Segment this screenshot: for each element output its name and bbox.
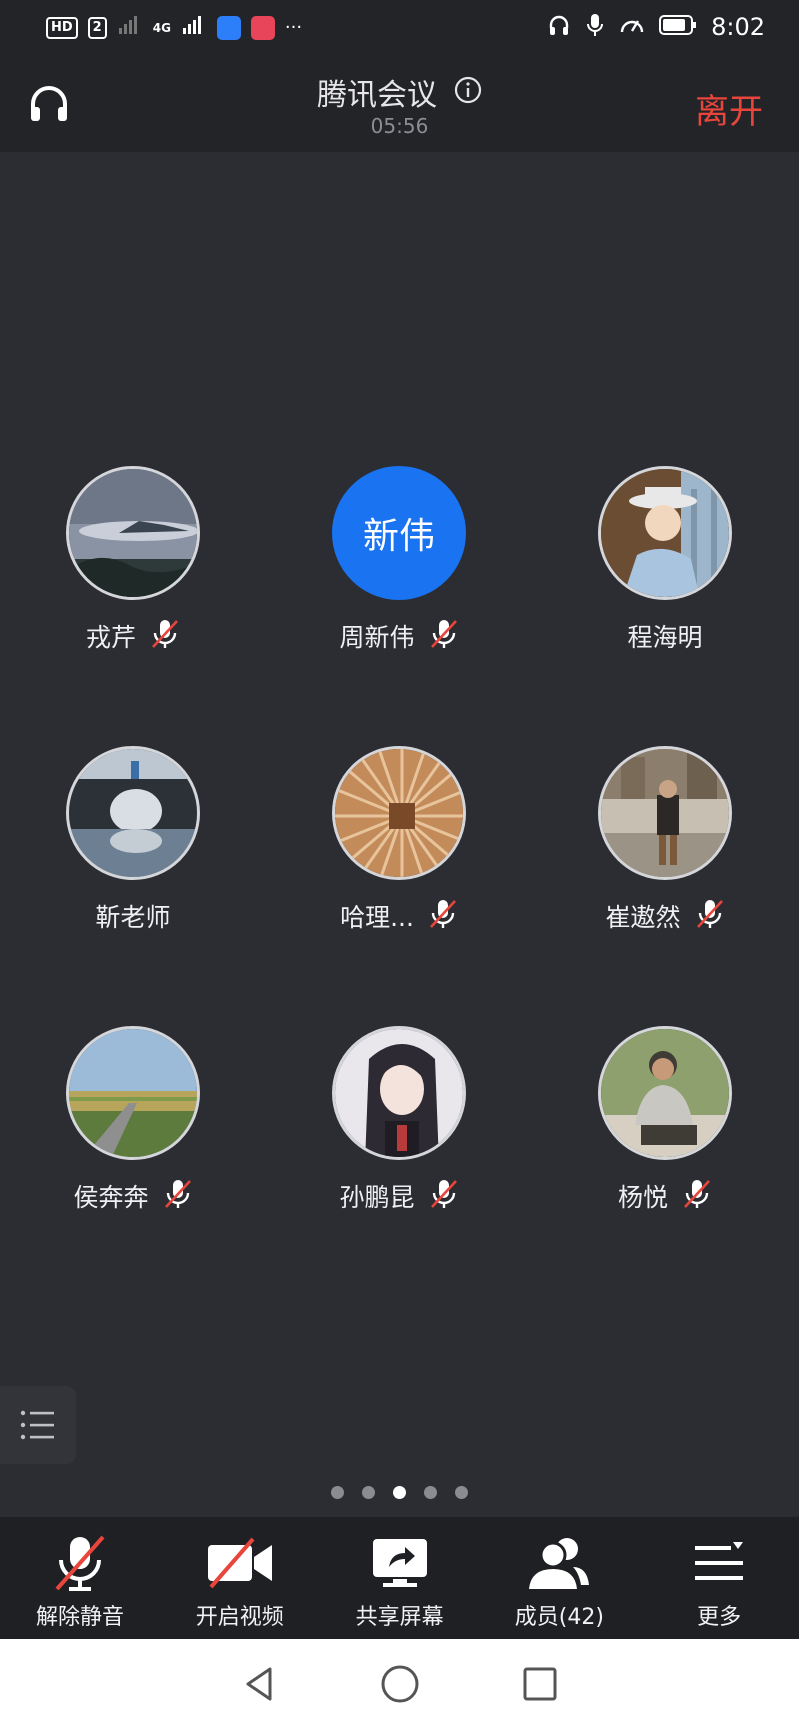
home-circle-icon bbox=[381, 1665, 418, 1703]
page-dot[interactable] bbox=[331, 1486, 344, 1499]
participant-name: 崔遨然 bbox=[605, 903, 681, 932]
clock: 8:02 bbox=[711, 13, 765, 41]
headphone-status-icon bbox=[547, 13, 571, 41]
share-screen-button[interactable]: 共享屏幕 bbox=[320, 1517, 480, 1639]
video-off-icon bbox=[207, 1537, 272, 1589]
more-button[interactable]: 更多 bbox=[639, 1517, 799, 1639]
participant-tile[interactable]: 程海明 bbox=[532, 466, 798, 666]
chat-list-toggle[interactable] bbox=[0, 1386, 76, 1464]
meeting-timer: 05:56 bbox=[370, 114, 429, 138]
share-screen-icon bbox=[372, 1539, 427, 1587]
network-label: 4G bbox=[152, 20, 171, 35]
members-icon bbox=[529, 1538, 590, 1589]
participant-tile[interactable]: 靳老师 bbox=[0, 746, 266, 946]
info-icon[interactable] bbox=[454, 76, 482, 108]
recents-square-icon bbox=[523, 1667, 556, 1701]
avatar bbox=[598, 466, 732, 600]
mic-muted-icon bbox=[428, 898, 458, 934]
status-bar-right: 8:02 bbox=[547, 12, 765, 42]
participant-name-row: 程海明 bbox=[532, 618, 798, 654]
status-bar: HD 2 4G ··· 8:02 bbox=[0, 0, 799, 56]
page-dot[interactable] bbox=[455, 1486, 468, 1499]
participant-name-row: 崔遨然 bbox=[532, 898, 798, 934]
status-bar-left: HD 2 4G ··· bbox=[46, 14, 302, 41]
more-label: 更多 bbox=[697, 1605, 742, 1630]
avatar bbox=[66, 466, 200, 600]
participant-tile[interactable]: 戎芹 bbox=[0, 466, 266, 666]
battery-icon bbox=[659, 14, 697, 40]
participant-tile[interactable]: 孙鹏昆 bbox=[266, 1026, 532, 1226]
hd-badge: HD bbox=[46, 16, 78, 39]
page-dot-active[interactable] bbox=[393, 1486, 406, 1499]
more-notifications: ··· bbox=[284, 17, 303, 38]
system-nav-bar bbox=[0, 1639, 799, 1733]
meeting-header: 腾讯会议 05:56 离开 bbox=[0, 56, 799, 152]
avatar bbox=[66, 746, 200, 880]
leave-button[interactable]: 离开 bbox=[695, 84, 763, 133]
speed-icon bbox=[619, 13, 645, 41]
list-icon bbox=[20, 1410, 54, 1440]
mic-muted-icon bbox=[682, 1178, 712, 1214]
participant-name: 程海明 bbox=[627, 623, 703, 652]
page-dot[interactable] bbox=[362, 1486, 375, 1499]
participant-name: 孙鹏昆 bbox=[339, 1183, 415, 1212]
meeting-title: 腾讯会议 bbox=[316, 78, 437, 113]
mic-muted-icon bbox=[429, 618, 459, 654]
members-label: 成员(42) bbox=[514, 1605, 604, 1630]
avatar bbox=[332, 1026, 466, 1160]
mic-muted-icon bbox=[163, 1178, 193, 1214]
avatar bbox=[598, 746, 732, 880]
home-button[interactable] bbox=[380, 1664, 420, 1708]
mic-muted-icon bbox=[695, 898, 725, 934]
participant-name-row: 靳老师 bbox=[0, 898, 266, 934]
mic-status-icon bbox=[585, 12, 605, 42]
participant-tile[interactable]: 杨悦 bbox=[532, 1026, 798, 1226]
back-button[interactable] bbox=[240, 1664, 280, 1708]
participant-tile[interactable]: 哈理... bbox=[266, 746, 532, 946]
participant-name: 哈理... bbox=[340, 903, 414, 932]
avatar-initials: 新伟 bbox=[332, 466, 466, 600]
participant-name-row: 侯奔奔 bbox=[0, 1178, 266, 1214]
participant-name-row: 戎芹 bbox=[0, 618, 266, 654]
mic-muted-icon bbox=[429, 1178, 459, 1214]
signal-icon bbox=[117, 14, 143, 41]
participant-name-row: 杨悦 bbox=[532, 1178, 798, 1214]
avatar bbox=[332, 746, 466, 880]
app-icon-red bbox=[250, 15, 275, 40]
members-button[interactable]: 成员(42) bbox=[479, 1517, 639, 1639]
participant-name-row: 哈理... bbox=[266, 898, 532, 934]
back-triangle-icon bbox=[246, 1667, 271, 1701]
page-dot[interactable] bbox=[424, 1486, 437, 1499]
meeting-toolbar: 解除静音 开启视频 共享屏幕 成员(42) 更多 bbox=[0, 1517, 799, 1639]
mic-muted-icon bbox=[150, 618, 180, 654]
more-menu-icon bbox=[695, 1542, 744, 1580]
unmute-button[interactable]: 解除静音 bbox=[0, 1517, 160, 1639]
signal-strong-icon bbox=[181, 14, 207, 41]
unmute-label: 解除静音 bbox=[35, 1605, 124, 1630]
page-indicator bbox=[0, 1486, 799, 1499]
participant-name: 杨悦 bbox=[617, 1183, 668, 1212]
share-screen-label: 共享屏幕 bbox=[355, 1605, 444, 1630]
participant-name-row: 孙鹏昆 bbox=[266, 1178, 532, 1214]
participant-name: 靳老师 bbox=[95, 903, 171, 932]
participant-tile[interactable]: 崔遨然 bbox=[532, 746, 798, 946]
participant-name-row: 周新伟 bbox=[266, 618, 532, 654]
participant-name: 侯奔奔 bbox=[73, 1183, 149, 1212]
participant-name: 戎芹 bbox=[85, 623, 136, 652]
avatar bbox=[598, 1026, 732, 1160]
start-video-button[interactable]: 开启视频 bbox=[160, 1517, 320, 1639]
app-icon-blue bbox=[216, 15, 241, 40]
meeting-title-row[interactable]: 腾讯会议 bbox=[0, 70, 799, 114]
recents-button[interactable] bbox=[520, 1664, 560, 1708]
start-video-label: 开启视频 bbox=[195, 1605, 284, 1630]
avatar bbox=[66, 1026, 200, 1160]
mic-off-icon bbox=[55, 1535, 105, 1591]
participant-tile[interactable]: 新伟 周新伟 bbox=[266, 466, 532, 666]
sim-badge: 2 bbox=[87, 16, 107, 39]
participant-tile[interactable]: 侯奔奔 bbox=[0, 1026, 266, 1226]
participant-name: 周新伟 bbox=[339, 623, 415, 652]
